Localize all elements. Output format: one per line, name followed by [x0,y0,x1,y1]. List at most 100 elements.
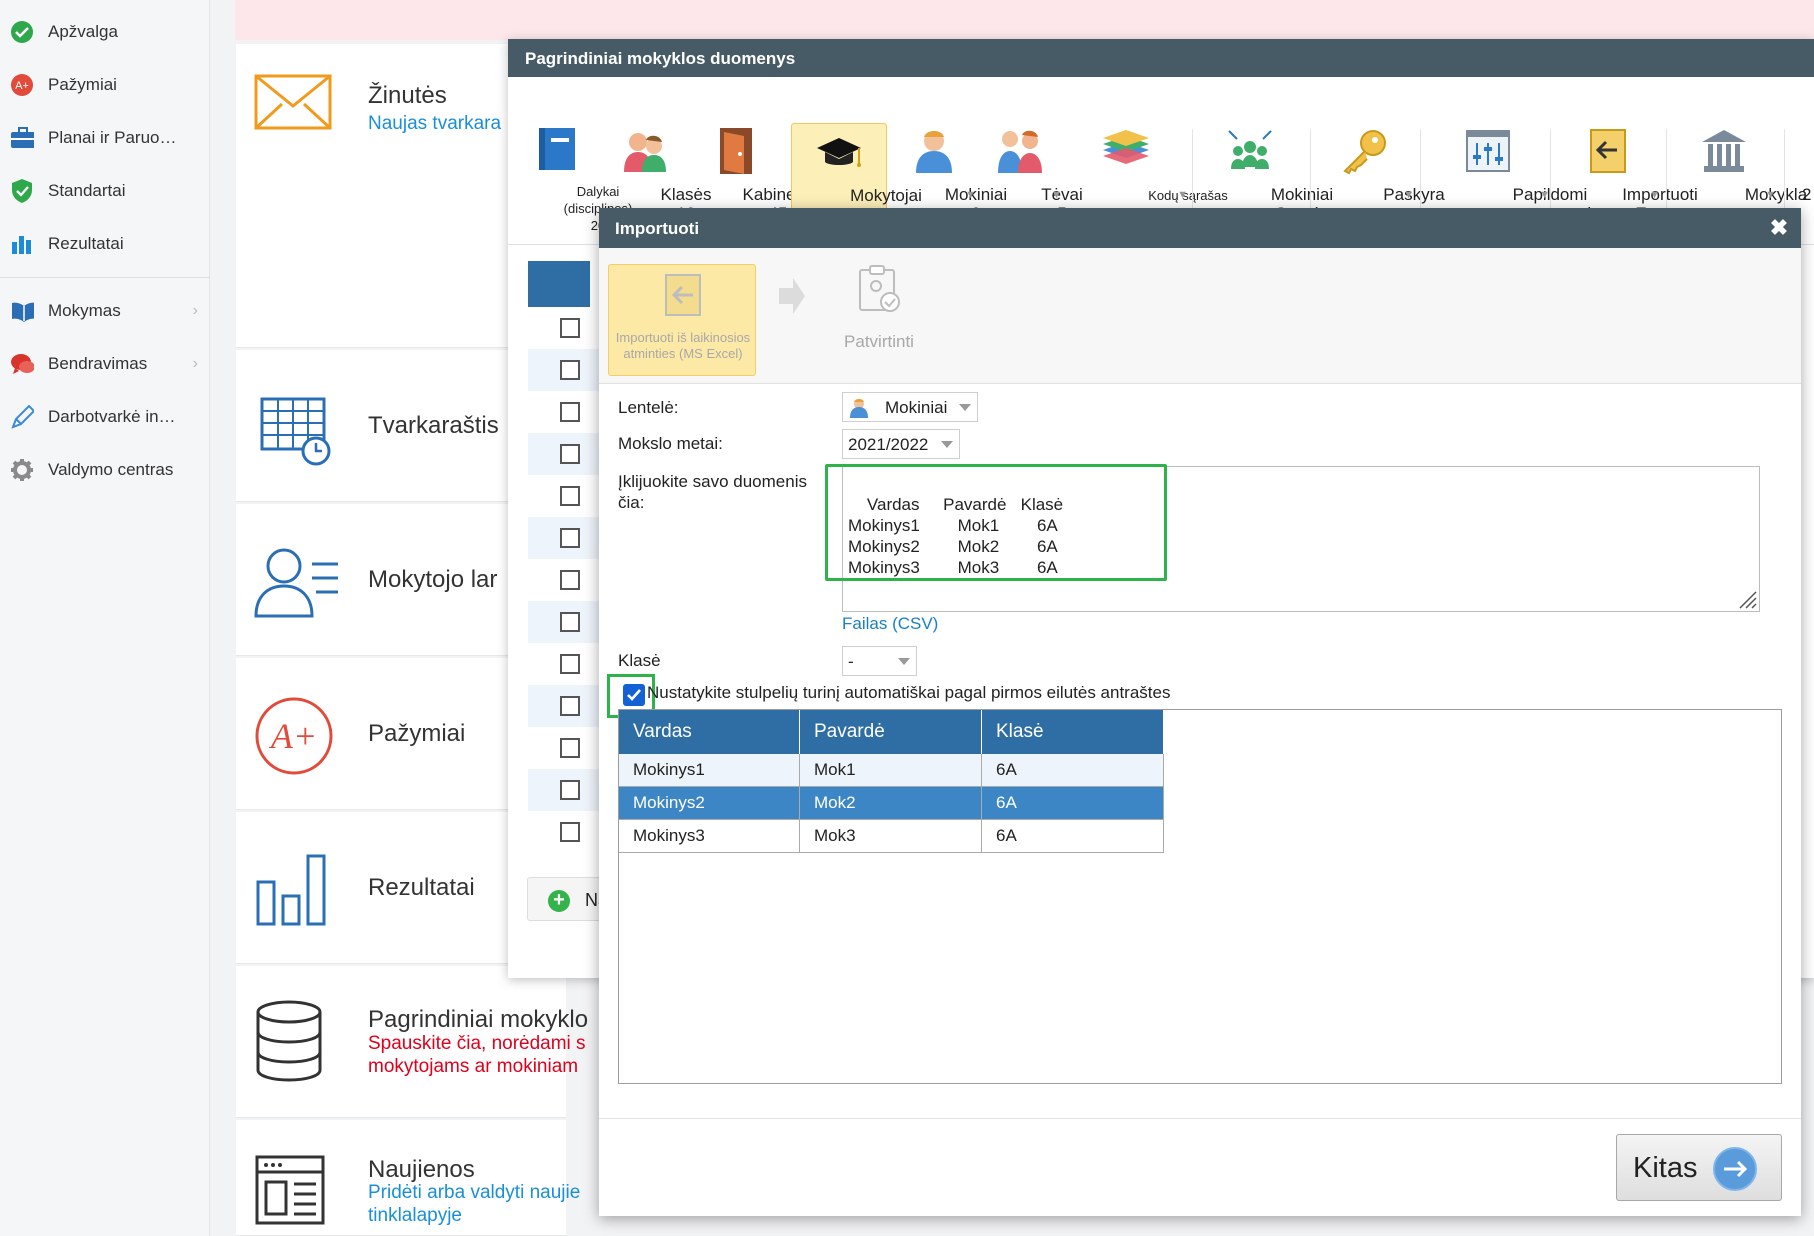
row-checkbox[interactable] [560,528,580,548]
sidebar-item-label: Valdymo centras [48,460,174,479]
close-icon[interactable]: ✖ [1767,216,1791,240]
dialog-title: Importuoti [599,208,1801,248]
grade-circle-icon: A+ [254,696,334,781]
tile-title: Mokytojo lar [368,566,498,593]
table-header [528,261,590,307]
tile-subtitle[interactable]: tinklalapyje [368,1204,462,1227]
resize-handle-icon[interactable] [1737,589,1757,609]
svg-text:A+: A+ [15,80,29,92]
dropdown-arrow-icon[interactable]: ▼ [1051,189,1062,201]
grid-cell[interactable]: Mok1 [800,754,982,787]
grid-cell-selected[interactable]: Mokinys2 [619,787,800,820]
tile-title: Pagrindiniai mokyklo [368,1006,589,1033]
tile-title: Tvarkaraštis [368,412,499,439]
add-button[interactable]: + Na [527,877,608,921]
grid-header-klase[interactable]: Klasė [982,710,1164,754]
sidebar-item-pazymiai[interactable]: A+ Pažymiai [0,63,210,107]
student-icon [908,125,960,177]
row-checkbox[interactable] [560,360,580,380]
next-button-label: Kitas [1633,1152,1698,1184]
sidebar-item-label: Planai ir Paruo… [48,128,177,147]
select-value: Mokiniai [885,398,948,417]
step-label: Patvirtinti [844,332,914,351]
tile-title: Rezultatai [368,874,475,901]
step-import-clipboard[interactable]: Importuoti iš laikinosios atminties (MS … [608,264,756,376]
grid-cell-selected[interactable]: 6A [982,787,1164,820]
sidebar-item-standartai[interactable]: Standartai [0,169,210,213]
sidebar-item-label: Apžvalga [48,22,118,41]
sidebar-item-bendravimas[interactable]: Bendravimas › [0,342,210,386]
dropdown-arrow-icon[interactable]: ▼ [1403,189,1414,201]
news-icon [254,1154,326,1231]
sidebar-item-valdymo-centras[interactable]: Valdymo centras [0,448,210,492]
grid-header-vardas[interactable]: Vardas [619,710,800,754]
tile-title: Naujienos [368,1156,475,1183]
sidebar-item-apzvalga[interactable]: Apžvalga [0,10,210,54]
select-value: 2021/2022 [848,435,929,454]
sidebar-item-label: Darbotvarkė in… [48,407,176,426]
sidebar-item-planai[interactable]: Planai ir Paruo… [0,116,210,160]
shield-check-icon [10,179,34,203]
next-button[interactable]: Kitas [1616,1134,1782,1201]
row-checkbox[interactable] [560,612,580,632]
class-select[interactable]: - [842,646,917,676]
sidebar-item-label: Bendravimas [48,354,148,373]
chevron-right-icon: › [192,355,198,372]
dropdown-arrow-icon[interactable]: ▼ [1539,189,1550,201]
dropdown-arrow-icon[interactable]: ▼ [965,189,976,201]
table-select[interactable]: Mokiniai [842,392,978,422]
row-checkbox[interactable] [560,780,580,800]
sidebar-item-mokymas[interactable]: Mokymas › [0,289,210,333]
row-checkbox[interactable] [560,696,580,716]
auto-columns-label[interactable]: Nustatykite stulpelių turinį automatiška… [647,683,1170,703]
alert-strip [235,0,1814,40]
csv-file-link[interactable]: Failas (CSV) [842,614,938,634]
import-icon [1582,125,1634,177]
dropdown-arrow-icon[interactable]: ▼ [1765,189,1776,201]
tile-subtitle: Spauskite čia, norėdami s [368,1033,586,1054]
sidebar: Apžvalga A+ Pažymiai Planai ir Paruo… St… [0,0,210,1236]
sidebar-item-darbotvarke[interactable]: Darbotvarkė in… [0,395,210,439]
chevron-right-icon: › [192,302,198,319]
dropdown-arrow-icon[interactable]: ▼ [1649,189,1660,201]
sliders-icon [1462,125,1514,177]
bar-chart-icon [10,232,34,256]
dropdown-arrow-icon[interactable]: ▼ [1177,189,1188,201]
row-checkbox[interactable] [560,738,580,758]
grid-cell[interactable]: 6A [982,754,1164,787]
row-checkbox[interactable] [560,486,580,506]
door-icon [710,125,762,177]
sidebar-item-label: Standartai [48,181,126,200]
row-checkbox[interactable] [560,570,580,590]
paste-label: Įklijuokite savo duomenis čia: [618,472,807,512]
layers-icon [1100,125,1152,177]
tile-naujienos[interactable]: Naujienos Pridėti arba valdyti naujie ti… [236,1120,580,1236]
row-checkbox[interactable] [560,318,580,338]
book-icon [10,299,34,323]
year-label: Mokslo metai: [618,434,723,453]
tile-subtitle[interactable]: Pridėti arba valdyti naujie [368,1181,580,1204]
grid-cell[interactable]: 6A [982,820,1164,853]
dialog-footer-divider [599,1118,1801,1119]
step-confirm[interactable]: Patvirtinti [819,256,939,376]
import-dialog: Importuoti ✖ Importuoti iš laikinosios a… [599,208,1801,1216]
ribbon-dalykai[interactable]: Dalykai (disciplinos) 20 [516,123,632,237]
school-building-icon [1698,125,1750,177]
tile-pagrindiniai[interactable]: Pagrindiniai mokyklo Spauskite čia, norė… [236,966,588,1118]
parents-icon [994,125,1046,177]
timetable-icon [254,395,334,472]
key-icon [1339,125,1391,177]
row-checkbox[interactable] [560,654,580,674]
grid-cell[interactable]: Mokinys1 [619,754,800,787]
year-select[interactable]: 2021/2022 [842,429,960,459]
row-checkbox[interactable] [560,444,580,464]
tile-subtitle[interactable]: Naujas tvarkara [368,112,501,135]
grade-icon: A+ [10,73,34,97]
row-checkbox[interactable] [560,822,580,842]
grid-cell-selected[interactable]: Mok2 [800,787,982,820]
row-checkbox[interactable] [560,402,580,422]
grid-cell[interactable]: Mokinys3 [619,820,800,853]
grid-cell[interactable]: Mok3 [800,820,982,853]
sidebar-item-rezultatai[interactable]: Rezultatai [0,222,210,266]
grid-header-pavarde[interactable]: Pavardė [800,710,982,754]
